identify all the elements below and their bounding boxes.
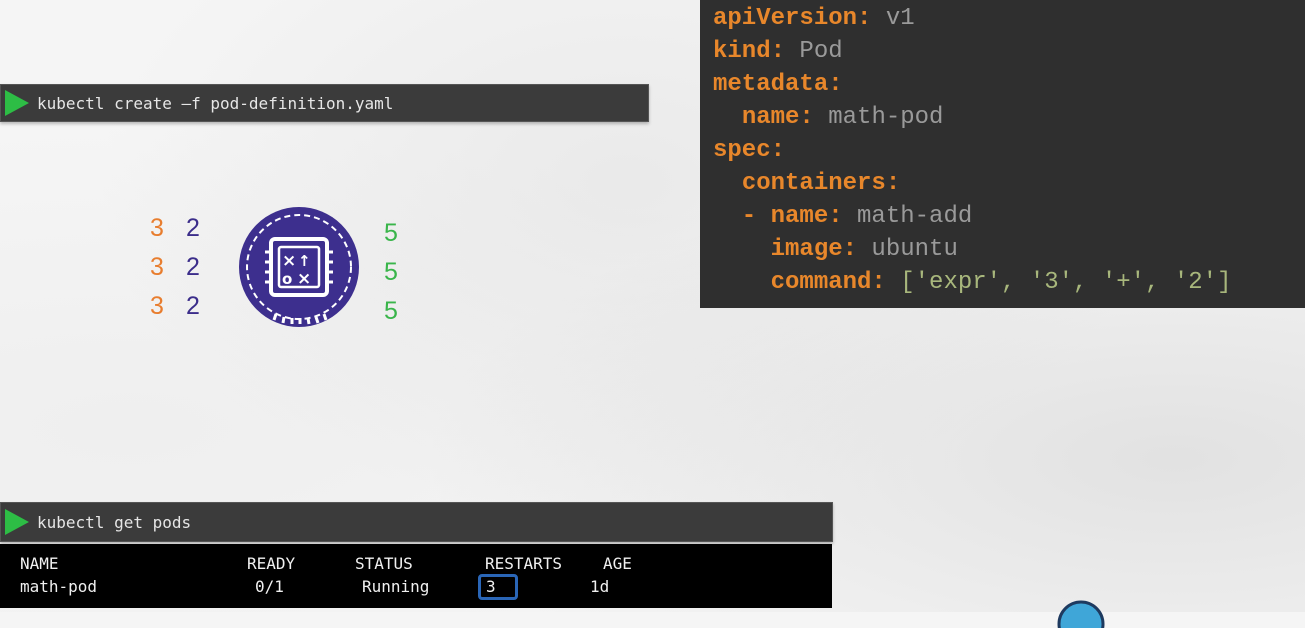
yaml-line: spec: bbox=[713, 137, 786, 164]
svg-text:↑: ↑ bbox=[298, 252, 311, 270]
yaml-line: metadata: bbox=[713, 71, 843, 98]
operand-b: 2 bbox=[186, 253, 200, 281]
yaml-line: image: ubuntu bbox=[770, 236, 958, 263]
create-command-text: kubectl create –f pod-definition.yaml bbox=[37, 93, 394, 113]
yaml-line: - name: math-add bbox=[713, 203, 973, 230]
yaml-line: containers: bbox=[741, 170, 901, 197]
operand-a: 3 bbox=[150, 253, 164, 281]
yaml-line: command: ['expr', '3', '+', '2'] bbox=[770, 269, 1232, 296]
svg-text:×: × bbox=[282, 251, 296, 271]
pod-name-cell: math-pod bbox=[20, 577, 98, 596]
svg-text:o: o bbox=[282, 270, 292, 288]
math-pod-icon: × ↑ o × bbox=[239, 207, 359, 327]
pod-status-cell: Running bbox=[362, 577, 430, 596]
partial-circle-icon bbox=[1057, 600, 1105, 628]
pod-restarts-cell: 3 bbox=[486, 577, 496, 596]
result: 5 bbox=[384, 219, 398, 247]
result: 5 bbox=[384, 297, 398, 325]
yaml-line: apiVersion: v1 bbox=[713, 5, 915, 32]
operand-a: 3 bbox=[150, 214, 164, 242]
pod-ready-cell: 0/1 bbox=[255, 577, 284, 596]
play-icon bbox=[5, 90, 29, 116]
yaml-line: name: math-pod bbox=[741, 104, 944, 131]
header-name: NAME bbox=[20, 554, 59, 573]
pod-age-cell: 1d bbox=[590, 577, 610, 596]
result: 5 bbox=[384, 258, 398, 286]
pods-table: NAME READY STATUS RESTARTS AGE math-pod … bbox=[0, 544, 832, 608]
yaml-line: kind: Pod bbox=[713, 38, 843, 65]
pod-definition-yaml: apiVersion: v1 kind: Pod metadata: name:… bbox=[700, 0, 1305, 308]
get-pods-command-text: kubectl get pods bbox=[37, 512, 192, 532]
header-age: AGE bbox=[603, 554, 632, 573]
svg-text:×: × bbox=[297, 269, 311, 289]
play-icon bbox=[5, 509, 29, 535]
terminal-get-pods-command-bar: kubectl get pods bbox=[0, 502, 833, 542]
operand-a: 3 bbox=[150, 292, 164, 320]
operand-b: 2 bbox=[186, 292, 200, 320]
header-ready: READY bbox=[247, 554, 296, 573]
terminal-create-command-bar: kubectl create –f pod-definition.yaml bbox=[0, 84, 649, 122]
operand-b: 2 bbox=[186, 214, 200, 242]
header-restarts: RESTARTS bbox=[485, 554, 563, 573]
restarts-highlight-box bbox=[478, 574, 518, 600]
header-status: STATUS bbox=[355, 554, 413, 573]
